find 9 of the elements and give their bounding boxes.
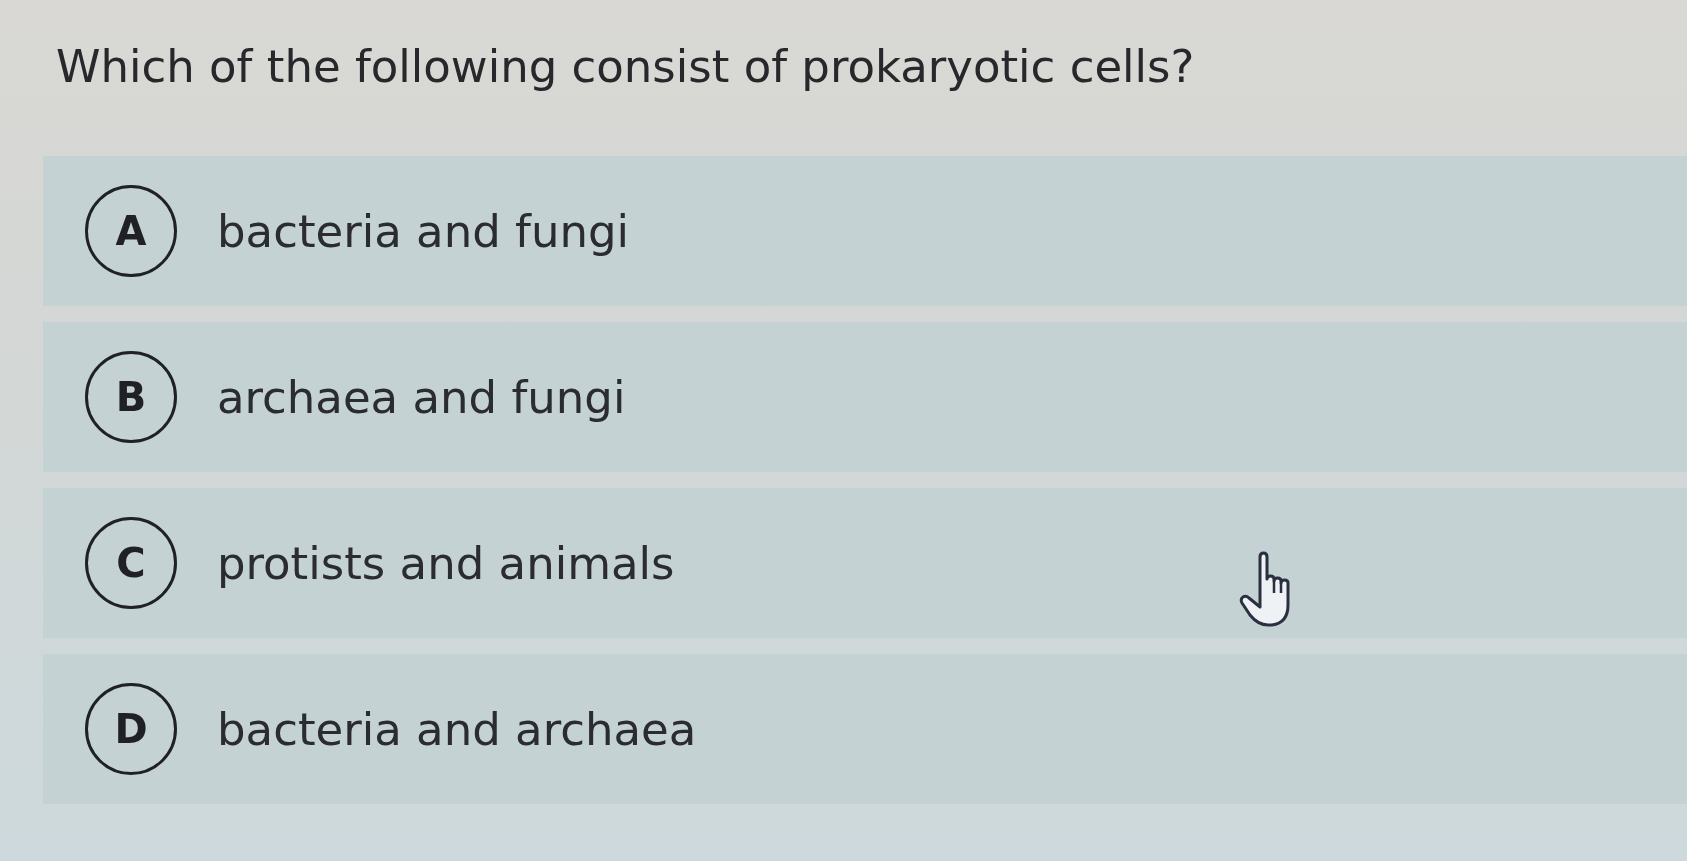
answer-option[interactable]: D bacteria and archaea — [43, 654, 1687, 804]
option-letter: A — [85, 185, 177, 277]
option-letter: D — [85, 683, 177, 775]
option-letter: C — [85, 517, 177, 609]
question-text: Which of the following consist of prokaryotic cells? — [56, 39, 1195, 95]
answer-option[interactable]: A bacteria and fungi — [43, 156, 1687, 306]
answer-option[interactable]: B archaea and fungi — [43, 322, 1687, 472]
answer-option[interactable]: C protists and animals — [43, 488, 1687, 638]
option-letter: B — [85, 351, 177, 443]
